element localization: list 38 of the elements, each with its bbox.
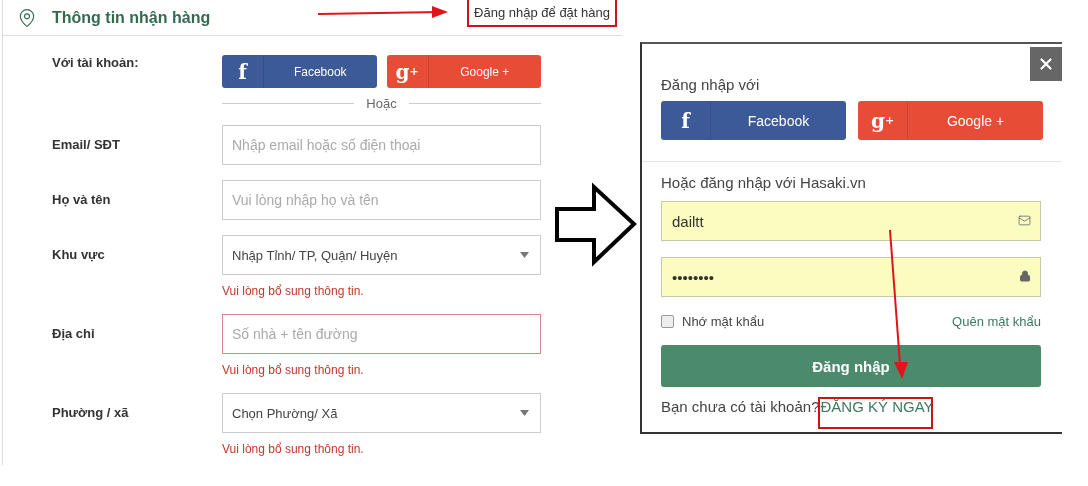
signup-prompt: Bạn chưa có tài khoản? bbox=[661, 398, 820, 415]
field-label: Phường / xã bbox=[52, 405, 130, 422]
forgot-password-link[interactable]: Quên mật khẩu bbox=[952, 314, 1041, 329]
login-link[interactable]: Đăng nhập để đặt hàng bbox=[467, 0, 617, 27]
section-heading: Hoặc đăng nhập với Hasaki.vn bbox=[661, 174, 867, 191]
lock-icon bbox=[1019, 270, 1031, 282]
remember-checkbox[interactable] bbox=[661, 315, 674, 328]
input-field[interactable]: Nhập email hoặc số điện thoại bbox=[222, 125, 541, 165]
facebook-button[interactable]: f Facebook bbox=[661, 101, 846, 140]
password-field[interactable]: •••••••• bbox=[661, 257, 1041, 297]
section-heading: Đăng nhập với bbox=[661, 76, 761, 93]
input-field[interactable]: Số nhà + tên đường bbox=[222, 314, 541, 354]
select-field[interactable]: Nhập Tỉnh/ TP, Quận/ Huyện bbox=[222, 235, 541, 275]
caret-icon bbox=[520, 410, 529, 416]
field-label: Email/ SĐT bbox=[52, 137, 121, 154]
email-field[interactable]: dailtt bbox=[661, 201, 1041, 241]
divider-text: Hoặc bbox=[366, 96, 397, 111]
field-label: Khu vực bbox=[52, 247, 106, 264]
google-button[interactable]: g$^{+}$ Google + bbox=[386, 55, 541, 88]
field-label: Với tài khoản: bbox=[52, 55, 140, 72]
caret-icon bbox=[520, 252, 529, 258]
field-label: Địa chỉ bbox=[52, 326, 96, 343]
signup-link[interactable]: ĐĂNG KÝ NGAY bbox=[820, 398, 934, 415]
map-pin-icon bbox=[17, 7, 37, 28]
select-field[interactable]: Chọn Phường/ Xã bbox=[222, 393, 541, 433]
facebook-button[interactable]: f Facebook bbox=[222, 55, 377, 88]
error-message: Vui lòng bổ sung thông tin. bbox=[222, 441, 365, 457]
input-field[interactable]: Vui lòng nhập họ và tên bbox=[222, 180, 541, 220]
checkbox-label: Nhớ mật khẩu bbox=[682, 314, 765, 329]
section-title: Thông tin nhận hàng bbox=[52, 8, 211, 27]
login-button[interactable]: Đăng nhập bbox=[661, 345, 1041, 387]
close-button[interactable] bbox=[1030, 47, 1062, 81]
error-message: Vui lòng bổ sung thông tin. bbox=[222, 362, 365, 378]
close-icon bbox=[1037, 55, 1055, 73]
mail-icon bbox=[1018, 214, 1031, 227]
google-button[interactable]: g$^{+}$ Google + bbox=[858, 101, 1043, 140]
error-message: Vui lòng bổ sung thông tin. bbox=[222, 283, 365, 299]
field-label: Họ và tên bbox=[52, 192, 112, 209]
